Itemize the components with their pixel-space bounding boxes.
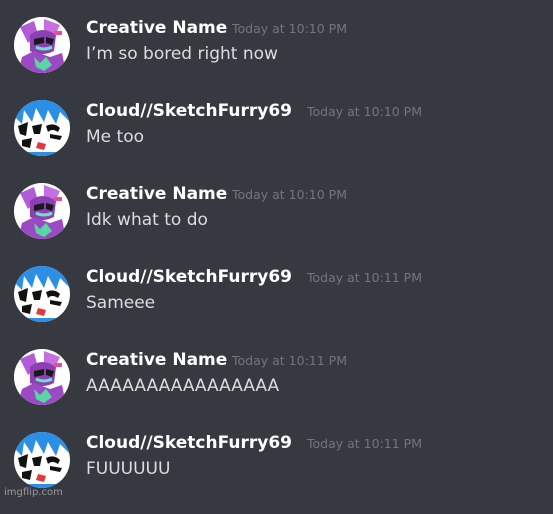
message-username[interactable]: Cloud//SketchFurry69 — [86, 266, 292, 288]
chat-message[interactable]: Creative Name Today at 10:10 PM I’m so b… — [0, 17, 553, 99]
message-content: Me too — [86, 127, 144, 147]
chat-message[interactable]: Cloud//SketchFurry69 Today at 10:10 PM M… — [0, 100, 553, 182]
message-timestamp: Today at 10:10 PM — [232, 187, 347, 202]
message-content: Idk what to do — [86, 210, 208, 230]
message-username[interactable]: Creative Name — [86, 183, 227, 205]
message-username[interactable]: Creative Name — [86, 17, 227, 39]
blue-hair-character-avatar-icon[interactable] — [14, 432, 70, 488]
purple-character-avatar-icon[interactable] — [14, 349, 70, 405]
message-username[interactable]: Cloud//SketchFurry69 — [86, 100, 292, 122]
blue-hair-character-avatar-icon[interactable] — [14, 266, 70, 322]
message-timestamp: Today at 10:10 PM — [307, 104, 422, 119]
message-content: I’m so bored right now — [86, 44, 278, 64]
message-username[interactable]: Creative Name — [86, 349, 227, 371]
blue-hair-character-avatar-icon[interactable] — [14, 100, 70, 156]
message-content: AAAAAAAAAAAAAAAA — [86, 376, 280, 396]
purple-character-avatar-icon[interactable] — [14, 17, 70, 73]
message-timestamp: Today at 10:11 PM — [232, 353, 347, 368]
purple-character-avatar-icon[interactable] — [14, 183, 70, 239]
message-content: FUUUUUU — [86, 459, 171, 479]
chat-message[interactable]: Cloud//SketchFurry69 Today at 10:11 PM F… — [0, 432, 553, 514]
message-timestamp: Today at 10:11 PM — [307, 270, 422, 285]
chat-message-list: Creative Name Today at 10:10 PM I’m so b… — [0, 0, 553, 500]
imgflip-watermark: imgflip.com — [4, 487, 63, 498]
chat-message[interactable]: Creative Name Today at 10:10 PM Idk what… — [0, 183, 553, 265]
message-content: Sameee — [86, 293, 156, 313]
chat-message[interactable]: Creative Name Today at 10:11 PM AAAAAAAA… — [0, 349, 553, 431]
message-username[interactable]: Cloud//SketchFurry69 — [86, 432, 292, 454]
message-timestamp: Today at 10:11 PM — [307, 436, 422, 451]
chat-message[interactable]: Cloud//SketchFurry69 Today at 10:11 PM S… — [0, 266, 553, 348]
message-timestamp: Today at 10:10 PM — [232, 21, 347, 36]
